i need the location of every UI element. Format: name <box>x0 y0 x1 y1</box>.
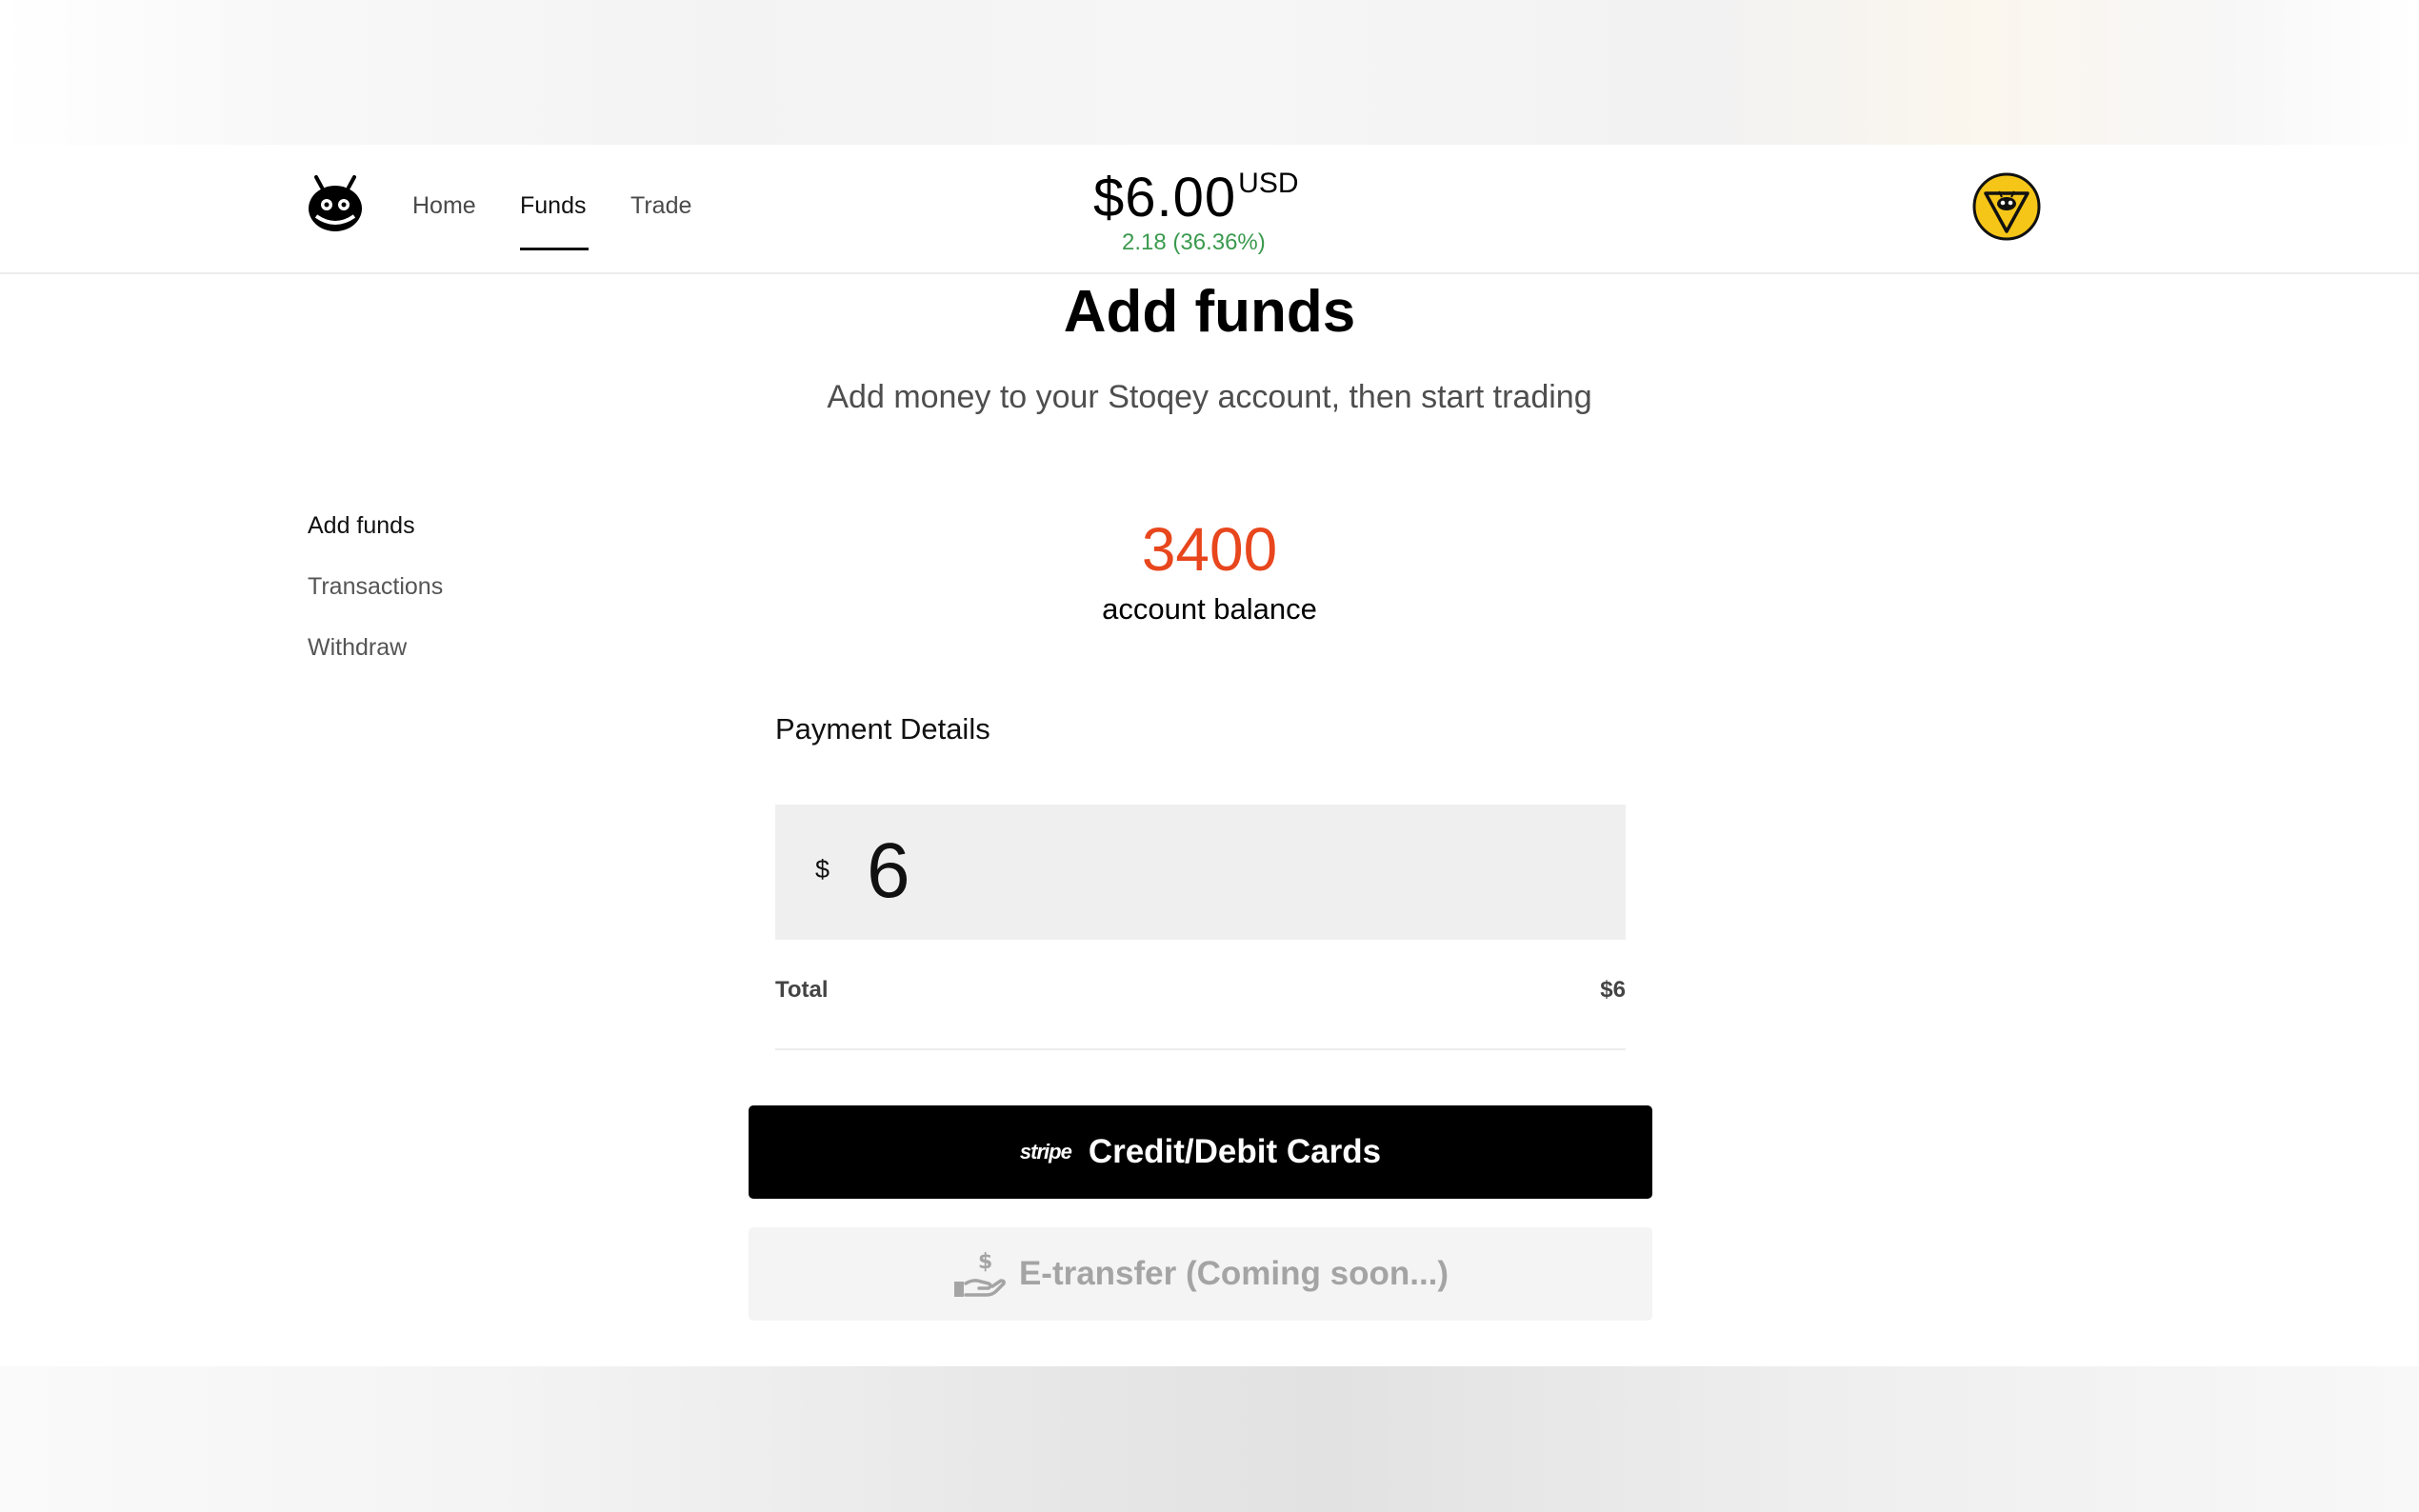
amount-input[interactable] <box>867 824 1590 919</box>
divider <box>775 1048 1626 1050</box>
etransfer-button[interactable]: $ E-transfer (Coming soon...) <box>749 1227 1652 1321</box>
app-window: Home Funds Trade $6.00USD 2.18 (36.36%) … <box>0 145 2419 1366</box>
price-currency: USD <box>1238 168 1299 199</box>
account-balance-value: 3400 <box>1141 515 1278 584</box>
amount-currency-symbol: $ <box>815 855 830 884</box>
credit-debit-cards-button[interactable]: stripe Credit/Debit Cards <box>749 1105 1652 1199</box>
nav-home-link[interactable]: Home <box>412 192 476 220</box>
total-label: Total <box>775 977 829 1003</box>
nav-active-indicator <box>520 248 589 250</box>
robot-logo-icon[interactable] <box>307 174 364 233</box>
total-value: $6 <box>1600 977 1626 1003</box>
amount-field: $ <box>775 805 1626 940</box>
etransfer-label: E-transfer (Coming soon...) <box>1018 1255 1449 1292</box>
account-balance-label: account balance <box>1102 592 1317 626</box>
credit-debit-cards-label: Credit/Debit Cards <box>1088 1133 1382 1170</box>
svg-text:$: $ <box>978 1250 992 1274</box>
top-navbar: Home Funds Trade $6.00USD 2.18 (36.36%) <box>0 145 2419 274</box>
user-avatar-icon[interactable] <box>1972 172 2041 241</box>
hand-money-icon: $ <box>953 1250 1006 1297</box>
price-change: 2.18 (36.36%) <box>1122 229 1266 255</box>
background-top <box>0 0 2419 145</box>
page-title: Add funds <box>1063 279 1356 345</box>
sidebar-item-withdraw[interactable]: Withdraw <box>308 634 407 662</box>
price-value: $6.00 <box>1093 167 1237 229</box>
page-subtitle: Add money to your Stoqey account, then s… <box>827 379 1592 415</box>
nav-funds-link[interactable]: Funds <box>520 192 586 220</box>
stripe-logo-icon: stripe <box>1019 1140 1072 1164</box>
nav-trade-link[interactable]: Trade <box>630 192 691 220</box>
payment-details-title: Payment Details <box>775 712 990 746</box>
price-display: $6.00USD <box>1093 166 1299 229</box>
background-bottom <box>0 1366 2419 1512</box>
